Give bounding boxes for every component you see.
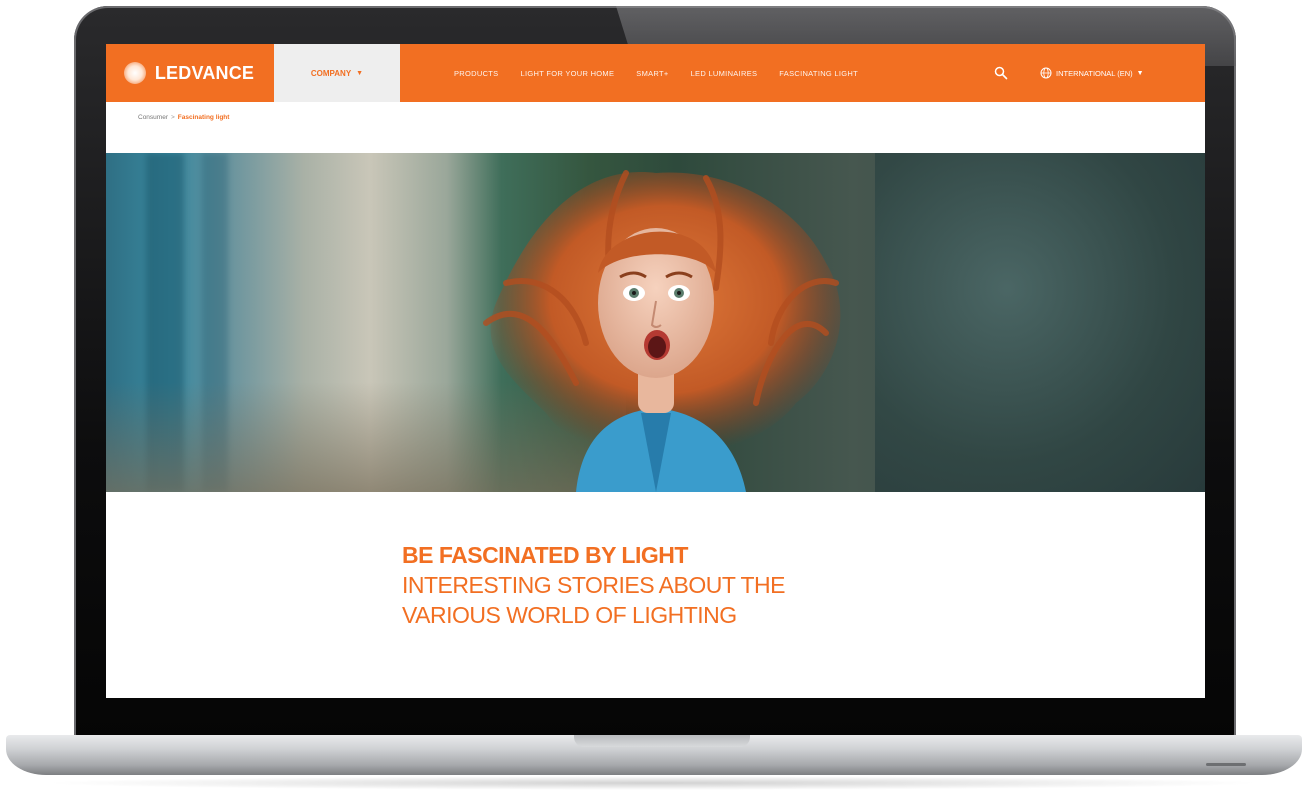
base-indicator bbox=[1206, 763, 1246, 766]
headline-subtitle-line2: VARIOUS WORLD OF LIGHTING bbox=[402, 602, 737, 628]
breadcrumb-separator: > bbox=[170, 114, 175, 121]
nav-item-products[interactable]: PRODUCTS bbox=[454, 69, 499, 78]
headline-subtitle-line1: INTERESTING STORIES ABOUT THE bbox=[402, 572, 785, 598]
hero-image bbox=[106, 153, 1205, 492]
site-header: LEDVANCE COMPANY ▼ PRODUCTS LIGHT FOR YO… bbox=[106, 44, 1205, 102]
language-label: INTERNATIONAL (EN) bbox=[1056, 68, 1133, 78]
page-headline: BE FASCINATED BY LIGHT INTERESTING STORI… bbox=[402, 540, 922, 630]
brand-logo[interactable]: LEDVANCE bbox=[106, 44, 272, 102]
laptop-shadow bbox=[40, 776, 1265, 790]
nav-item-fascinating-light[interactable]: FASCINATING LIGHT bbox=[779, 69, 858, 78]
logo-mark-icon bbox=[123, 62, 146, 84]
headline-title: BE FASCINATED BY LIGHT bbox=[402, 542, 688, 568]
chevron-down-icon: ▼ bbox=[1136, 69, 1144, 77]
breadcrumb-home-link[interactable]: Consumer bbox=[138, 114, 168, 121]
globe-icon bbox=[1040, 67, 1052, 79]
base-notch bbox=[574, 735, 750, 747]
breadcrumb-current: Fascinating light bbox=[177, 114, 230, 121]
nav-item-smart[interactable]: SMART+ bbox=[636, 69, 668, 78]
search-icon[interactable] bbox=[994, 66, 1008, 80]
brand-name: LEDVANCE bbox=[154, 62, 255, 83]
chevron-down-icon: ▼ bbox=[356, 69, 364, 77]
breadcrumb: Consumer > Fascinating light bbox=[138, 114, 229, 121]
nav-item-led-luminaires[interactable]: LED LUMINAIRES bbox=[691, 69, 758, 78]
laptop-screen: LEDVANCE COMPANY ▼ PRODUCTS LIGHT FOR YO… bbox=[106, 44, 1205, 698]
company-menu-label: COMPANY bbox=[310, 68, 352, 78]
nav-item-light-for-your-home[interactable]: LIGHT FOR YOUR HOME bbox=[521, 69, 615, 78]
language-selector[interactable]: INTERNATIONAL (EN) ▼ bbox=[1040, 44, 1144, 102]
laptop-base bbox=[6, 735, 1302, 775]
main-nav: PRODUCTS LIGHT FOR YOUR HOME SMART+ LED … bbox=[454, 44, 858, 102]
company-menu-button[interactable]: COMPANY ▼ bbox=[274, 44, 400, 102]
woman-with-flying-red-hair-photo bbox=[483, 170, 841, 492]
